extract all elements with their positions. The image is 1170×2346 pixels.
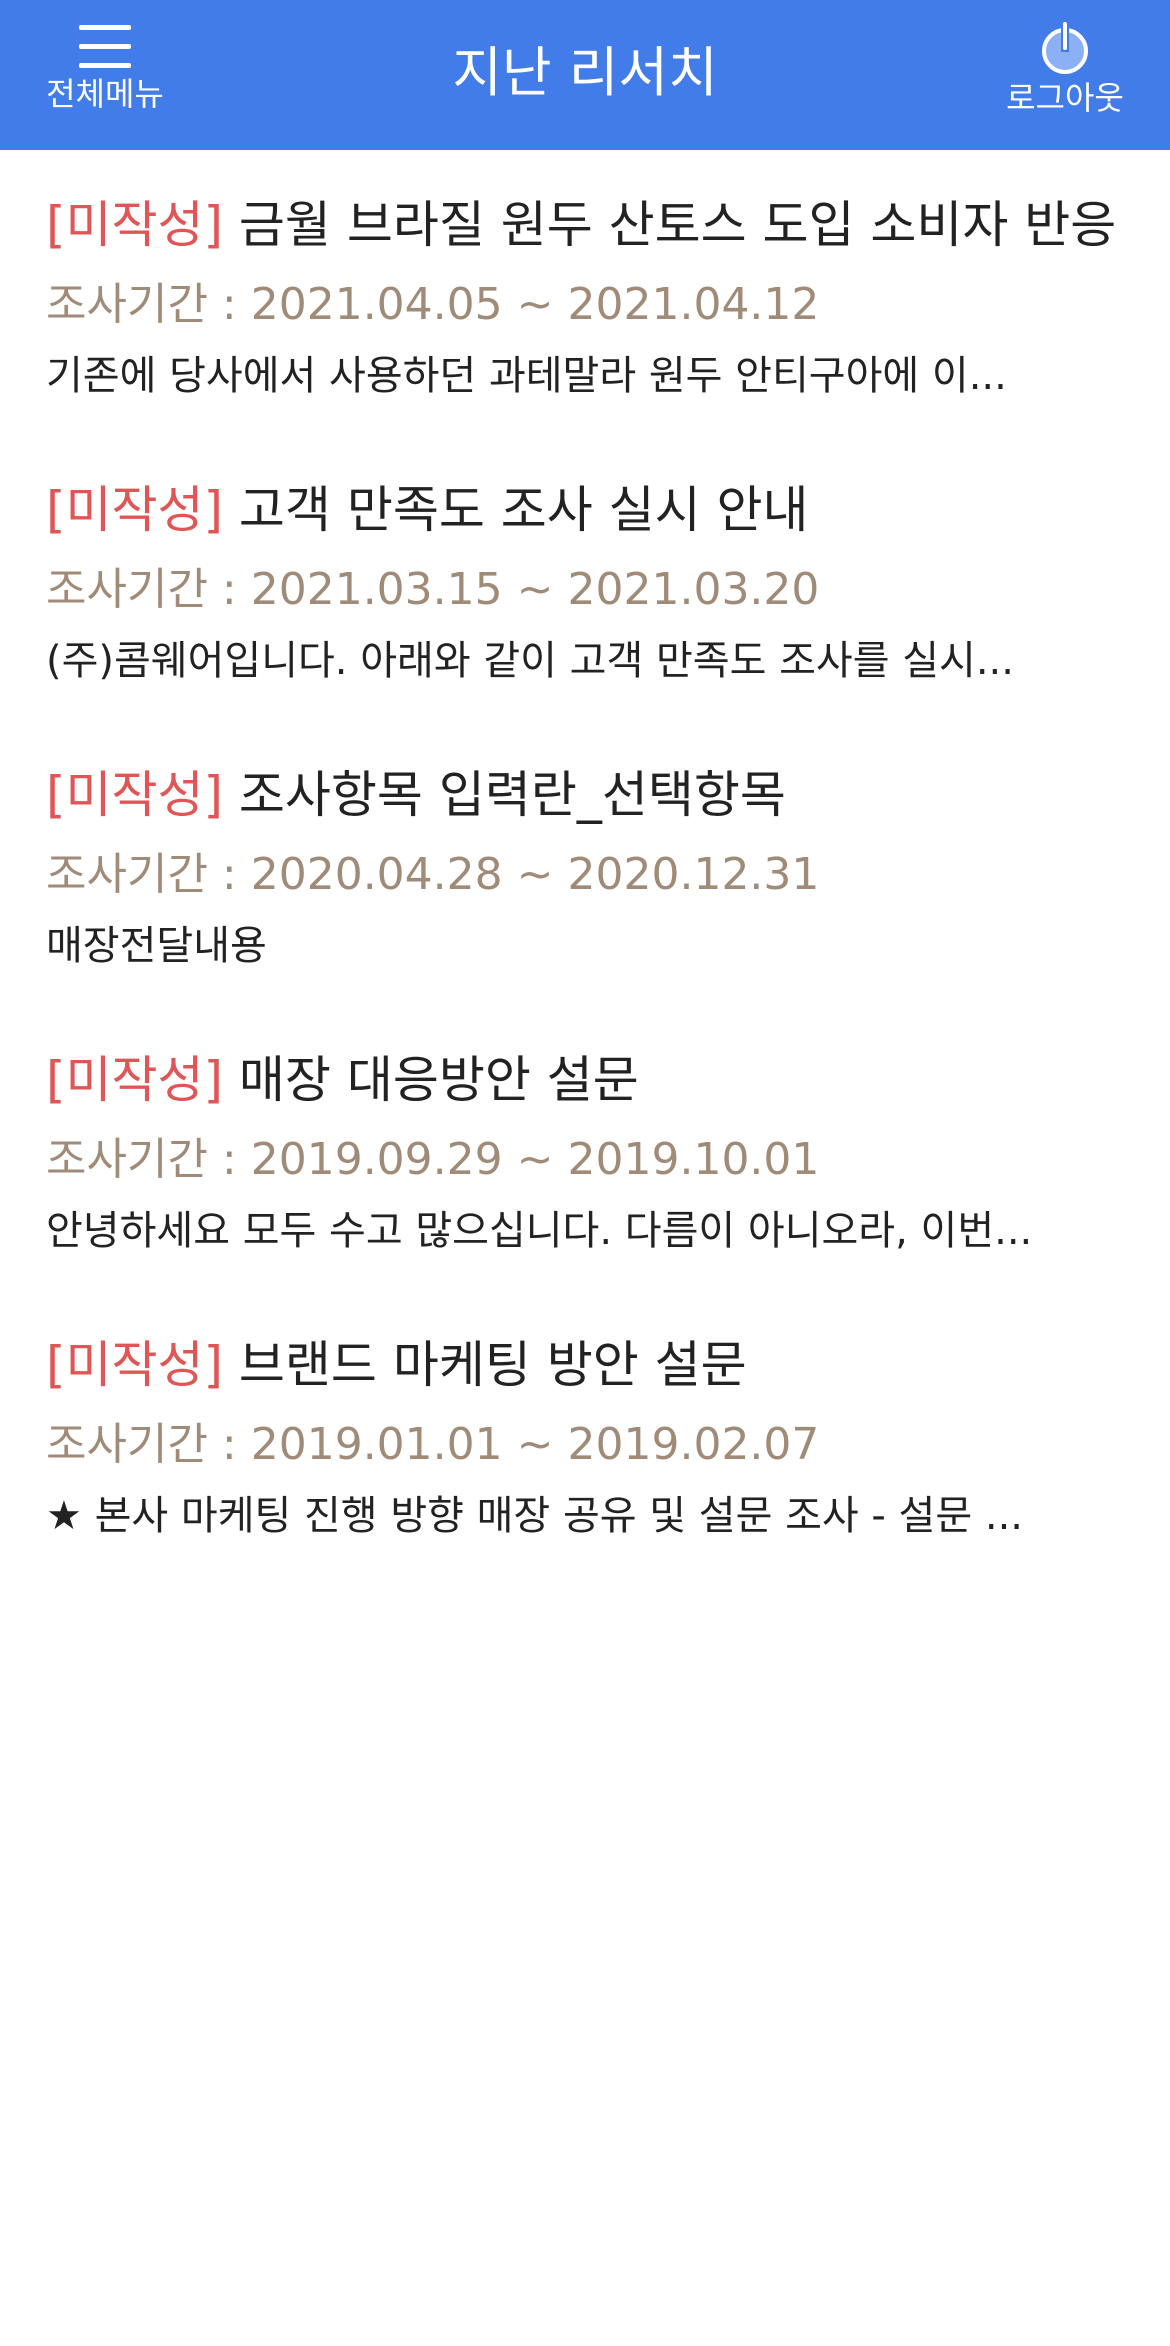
item-summary: ★ 본사 마케팅 진행 방향 매장 공유 및 설문 조사 - 설문 ...: [46, 1493, 1024, 1539]
item-summary: (주)콤웨어입니다. 아래와 같이 고객 만족도 조사를 실시...: [46, 638, 1014, 684]
list-item[interactable]: [미작성] 매장 대응방안 설문 조사기간 : 2019.09.29 ~ 201…: [0, 1005, 1170, 1290]
logout-button[interactable]: 로그아웃: [990, 20, 1140, 132]
item-summary: 기존에 당사에서 사용하던 과테말라 원두 안티구아에 이...: [46, 353, 1007, 399]
status-badge: [미작성]: [46, 1051, 224, 1109]
survey-period: 조사기간 : 2021.04.05 ~ 2021.04.12: [46, 279, 820, 330]
survey-period: 조사기간 : 2020.04.28 ~ 2020.12.31: [46, 849, 820, 900]
survey-period: 조사기간 : 2021.03.15 ~ 2021.03.20: [46, 564, 820, 615]
item-title-text: 고객 만족도 조사 실시 안내: [238, 481, 809, 539]
item-title: [미작성] 조사항목 입력란_선택항목: [46, 762, 1126, 828]
item-summary: 매장전달내용: [46, 923, 267, 969]
logout-label: 로그아웃: [1006, 79, 1124, 117]
power-icon: [1042, 22, 1088, 74]
status-badge: [미작성]: [46, 1336, 224, 1394]
research-list: [미작성] 금월 브라질 원두 산토스 도입 소비자 반응 조사기간 : 202…: [0, 150, 1170, 1575]
list-item[interactable]: [미작성] 조사항목 입력란_선택항목 조사기간 : 2020.04.28 ~ …: [0, 720, 1170, 1005]
list-item[interactable]: [미작성] 고객 만족도 조사 실시 안내 조사기간 : 2021.03.15 …: [0, 435, 1170, 720]
item-title-text: 조사항목 입력란_선택항목: [238, 766, 786, 824]
item-title-text: 금월 브라질 원두 산토스 도입 소비자 반응: [238, 196, 1117, 254]
item-title-text: 브랜드 마케팅 방안 설문: [238, 1336, 747, 1394]
status-badge: [미작성]: [46, 196, 224, 254]
item-title: [미작성] 고객 만족도 조사 실시 안내: [46, 477, 1126, 543]
list-item[interactable]: [미작성] 브랜드 마케팅 방안 설문 조사기간 : 2019.01.01 ~ …: [0, 1290, 1170, 1575]
list-item[interactable]: [미작성] 금월 브라질 원두 산토스 도입 소비자 반응 조사기간 : 202…: [0, 150, 1170, 435]
app-header: 전체메뉴 지난 리서치 로그아웃: [0, 0, 1170, 150]
status-badge: [미작성]: [46, 766, 224, 824]
item-summary: 안녕하세요 모두 수고 많으십니다. 다름이 아니오라, 이번...: [46, 1208, 1033, 1254]
survey-period: 조사기간 : 2019.09.29 ~ 2019.10.01: [46, 1134, 820, 1185]
status-badge: [미작성]: [46, 481, 224, 539]
item-title: [미작성] 금월 브라질 원두 산토스 도입 소비자 반응: [46, 192, 1126, 258]
survey-period: 조사기간 : 2019.01.01 ~ 2019.02.07: [46, 1419, 820, 1470]
item-title: [미작성] 브랜드 마케팅 방안 설문: [46, 1332, 1126, 1398]
item-title: [미작성] 매장 대응방안 설문: [46, 1047, 1126, 1113]
item-title-text: 매장 대응방안 설문: [238, 1051, 639, 1109]
